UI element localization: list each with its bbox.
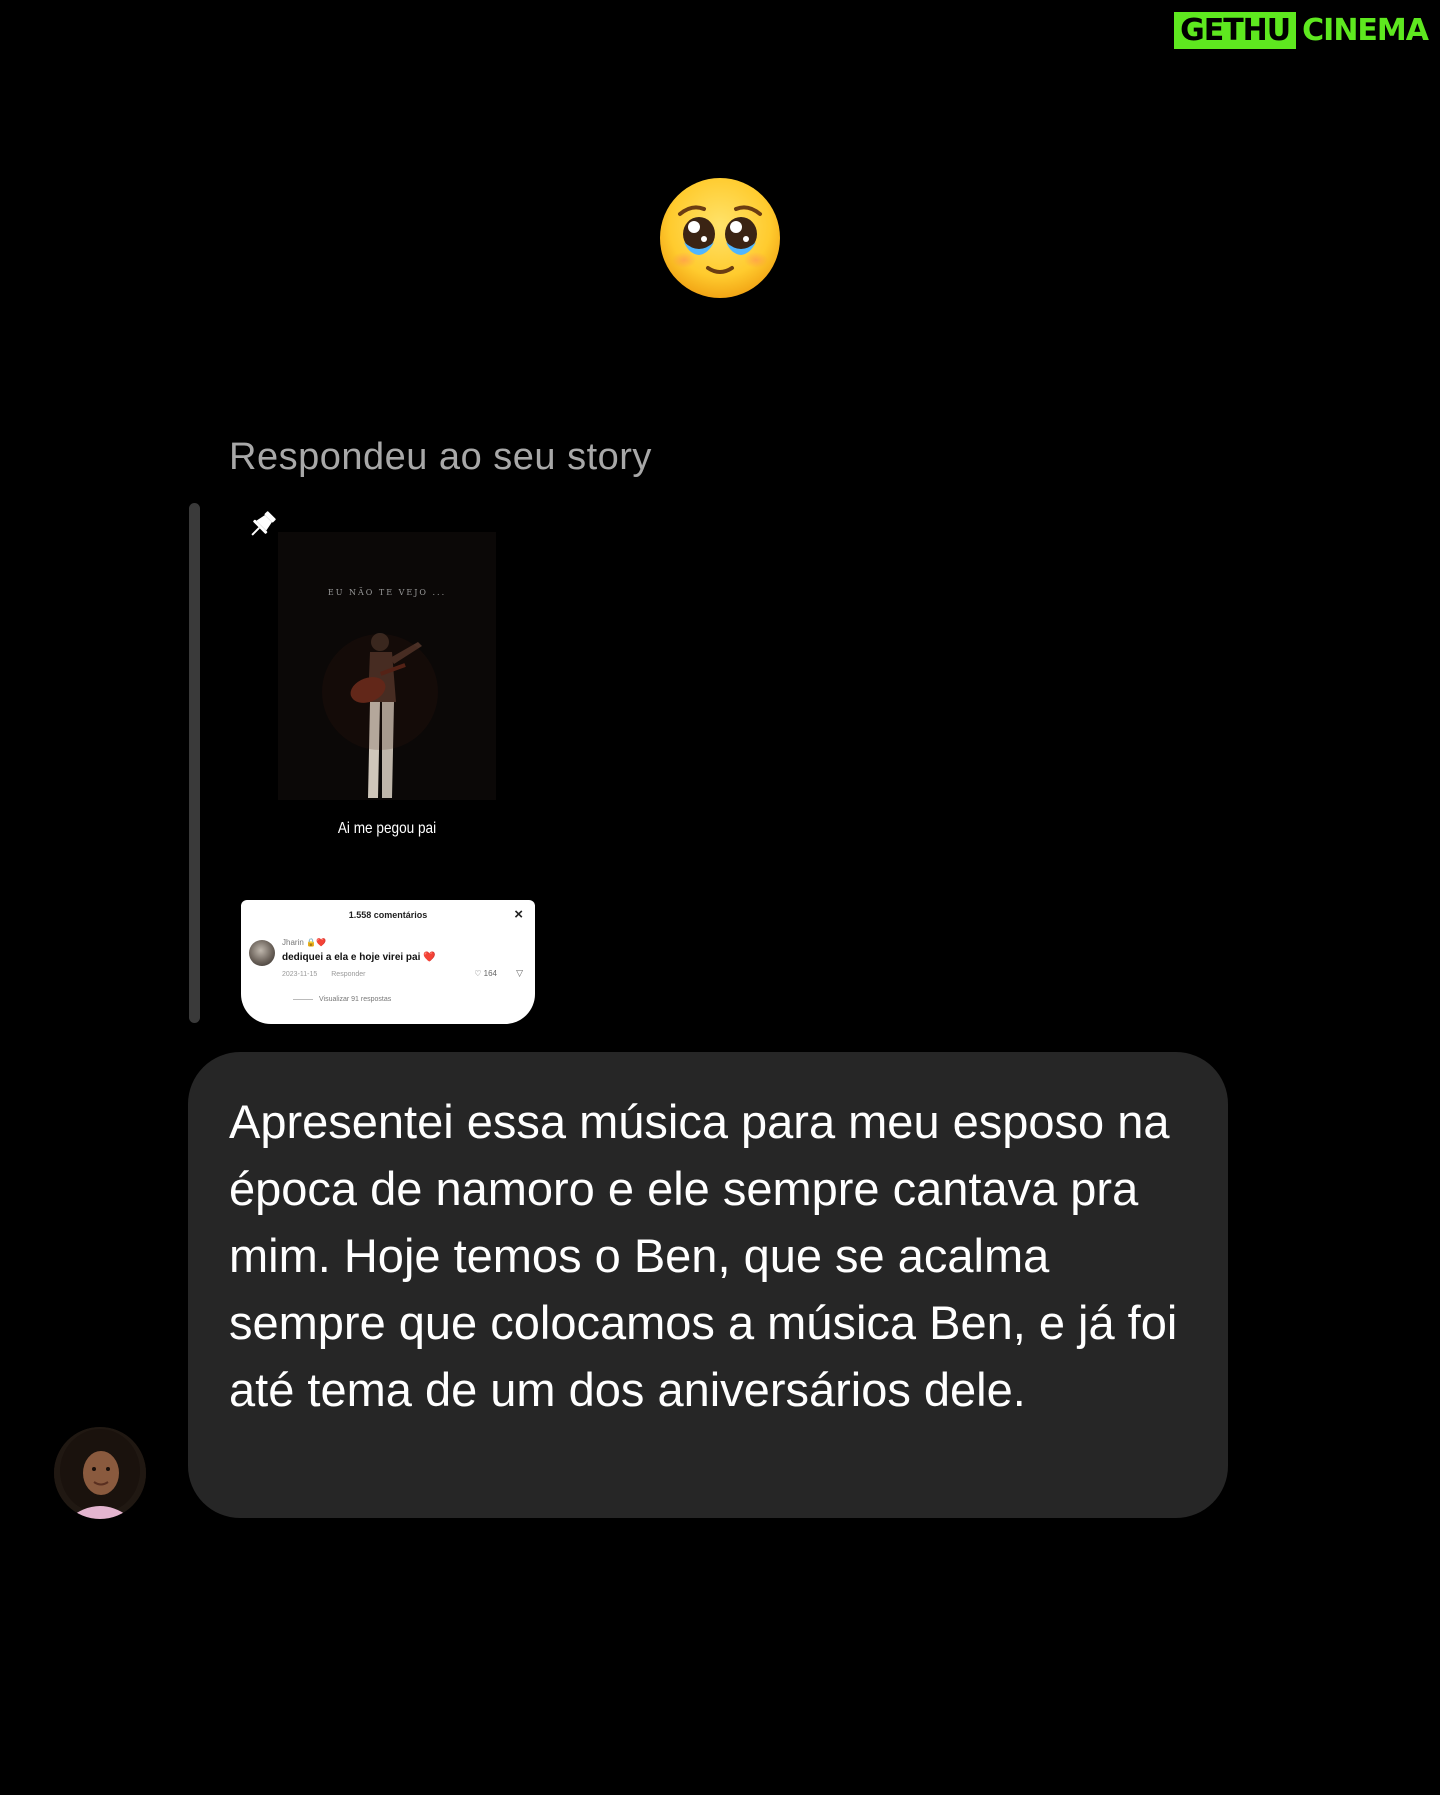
pleading-face-emoji-icon[interactable] [658,176,782,300]
comment-reply-label: Responder [331,971,366,978]
sender-avatar[interactable] [54,1427,146,1519]
story-caption: Ai me pegou pai [337,820,437,837]
watermark-right: CINEMA [1302,13,1429,48]
watermark-logo: GETHU CINEMA [1172,10,1432,51]
replied-to-story-label: Respondeu ao seu story [229,436,652,478]
comment-likes: ♡ 164 [474,969,497,978]
story-thumb-title: EU NÃO TE VEJO ... [327,588,447,597]
view-replies-link: Visualizar 91 respostas [293,996,391,1003]
reply-quote-bar [189,503,200,1023]
likes-count: 164 [483,969,497,978]
comments-count-header: 1.558 comentários [348,910,428,920]
close-icon: × [514,906,523,923]
commenter-name: Jharin 🔒❤️ [282,938,326,947]
comment-date: 2023-11-15 [282,971,318,978]
watermark-left: GETHU [1172,10,1299,51]
message-bubble[interactable]: Apresentei essa música para meu esposo n… [188,1052,1228,1518]
commenter-avatar [249,940,275,966]
pin-icon [251,511,276,536]
sender-avatar-image [54,1427,146,1519]
comment-text: dediquei a ela e hoje virei pai ❤️ [282,952,436,963]
comment-screenshot-card[interactable]: 1.558 comentários × Jharin 🔒❤️ dediquei … [241,900,535,1024]
message-text: Apresentei essa música para meu esposo n… [229,1095,1178,1416]
dislike-icon: ▽ [516,968,523,978]
singer-with-guitar-image [322,633,438,798]
comment-meta: 2023-11-15 Responder [282,971,378,978]
story-thumbnail[interactable]: EU NÃO TE VEJO ... [278,532,496,800]
heart-icon: ♡ [474,969,482,978]
